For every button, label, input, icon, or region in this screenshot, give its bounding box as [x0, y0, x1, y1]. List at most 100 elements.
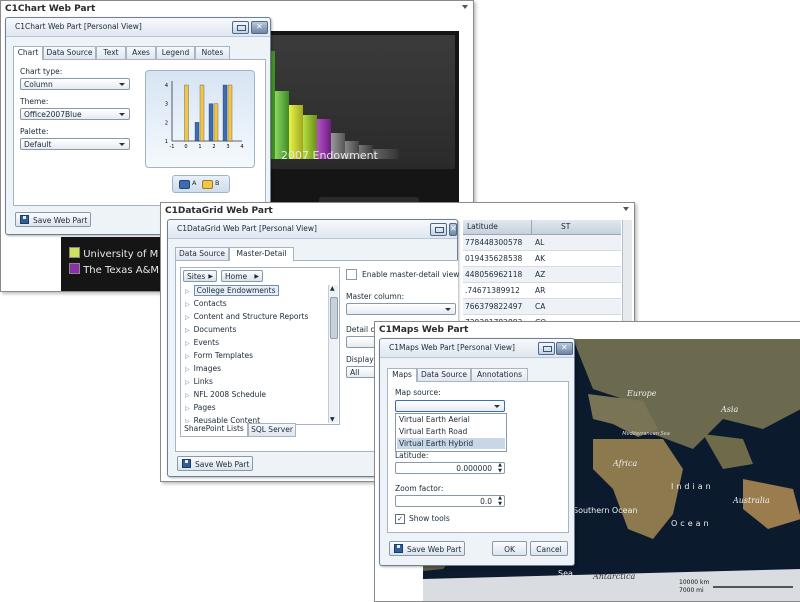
list-item[interactable]: ▷ Pages — [185, 402, 323, 414]
expand-arrow-icon[interactable]: ▷ — [185, 340, 190, 347]
list-vertical-scrollbar[interactable]: ▲ ▼ — [328, 285, 338, 423]
list-item[interactable]: ▷ NFL 2008 Schedule — [185, 389, 323, 401]
show-tools-checkbox[interactable]: ✓ — [395, 514, 405, 524]
list-item[interactable]: ▷ Content and Structure Reports — [185, 311, 323, 323]
tab-text[interactable]: Text — [96, 46, 126, 59]
map-source-select[interactable] — [395, 400, 505, 412]
close-button[interactable]: ✕ — [556, 342, 573, 355]
tab-data-source[interactable]: Data Source — [175, 247, 229, 260]
map-label-europe: Europe — [627, 389, 657, 398]
list-item[interactable]: ▷ College Endowments — [185, 285, 323, 297]
close-button[interactable]: ✕ — [449, 223, 457, 236]
tab-data-source[interactable]: Data Source — [417, 368, 471, 381]
tab-annotations[interactable]: Annotations — [471, 368, 528, 381]
save-icon — [20, 215, 29, 224]
scroll-down-icon[interactable]: ▼ — [330, 416, 335, 423]
table-row[interactable]: 448056962118 AZ — [463, 267, 621, 283]
expand-arrow-icon[interactable]: ▷ — [185, 379, 190, 386]
list-item[interactable]: ▷ Events — [185, 337, 323, 349]
spinner-icon[interactable]: ▲ ▼ — [498, 496, 502, 506]
grid-cell-st: CA — [535, 302, 546, 311]
palette-select[interactable]: Default — [20, 138, 130, 150]
list-item[interactable]: ▷ Links — [185, 376, 323, 388]
table-row[interactable]: .74671389912 AR — [463, 283, 621, 299]
list-item[interactable]: ▷ Contacts — [185, 298, 323, 310]
c1chart-dialog-title: C1Chart Web Part [Personal View] — [6, 18, 270, 37]
c1chart-webpart-title: C1Chart Web Part — [5, 4, 96, 14]
display-value: All — [350, 368, 360, 377]
tab-sql-server[interactable]: SQL Server — [248, 423, 296, 437]
breadcrumb-sites[interactable]: Sites ▶ — [183, 270, 217, 282]
tab-maps[interactable]: Maps — [387, 368, 417, 382]
scale-mi: 7000 mi — [679, 587, 704, 594]
theme-select[interactable]: Office2007Blue — [20, 108, 130, 120]
tab-data-source[interactable]: Data Source — [43, 46, 96, 59]
legend-label: University of M — [83, 249, 159, 260]
save-webpart-button[interactable]: Save Web Part — [177, 456, 253, 471]
save-webpart-button[interactable]: Save Web Part — [15, 212, 91, 227]
breadcrumb-home[interactable]: Home ▶ — [221, 270, 263, 282]
restore-button[interactable] — [538, 342, 555, 355]
chevron-down-icon — [445, 308, 451, 311]
grid-cell-latitude: 766379822497 — [465, 302, 523, 311]
webpart-menu-chevron-icon[interactable] — [623, 207, 629, 211]
scroll-up-icon[interactable]: ▲ — [330, 285, 335, 292]
master-column-select[interactable] — [346, 303, 456, 315]
list-item[interactable]: ▷ Documents — [185, 324, 323, 336]
chart-type-select[interactable]: Column — [20, 78, 130, 90]
x-tick-label: 3 — [226, 144, 229, 150]
table-row[interactable]: 019435628538 AK — [463, 251, 621, 267]
table-row[interactable]: 766379822497 CA — [463, 299, 621, 315]
expand-arrow-icon[interactable]: ▷ — [185, 392, 190, 399]
spinner-icon[interactable]: ▲ ▼ — [498, 463, 502, 473]
map-source-option[interactable]: Virtual Earth Aerial — [399, 415, 470, 424]
list-item-label: College Endowments — [193, 285, 279, 296]
webpart-menu-chevron-icon[interactable] — [462, 5, 468, 9]
chart-preview-frame: 1 2 3 4 -1 0 1 2 3 4 — [145, 70, 255, 168]
map-source-option-label: Virtual Earth Hybrid — [399, 439, 474, 448]
expand-arrow-icon[interactable]: ▷ — [185, 327, 190, 334]
scroll-thumb[interactable] — [330, 297, 338, 339]
tab-legend[interactable]: Legend — [156, 46, 195, 59]
list-item[interactable]: ▷ Form Templates — [185, 350, 323, 362]
table-row[interactable]: 778448300578 AL — [463, 235, 621, 251]
restore-button[interactable] — [430, 223, 447, 236]
grid-vertical-scrollbar[interactable] — [622, 220, 632, 330]
background-legend: University of M The Texas A&M — [61, 237, 169, 291]
enable-master-detail-checkbox[interactable] — [346, 269, 357, 280]
latitude-input[interactable]: 0.000000 ▲ ▼ — [395, 462, 505, 474]
chevron-down-icon — [494, 405, 500, 408]
tab-notes[interactable]: Notes — [195, 46, 230, 59]
restore-button[interactable] — [232, 21, 249, 34]
tab-master-detail[interactable]: Master-Detail — [229, 247, 294, 261]
map-source-option-selected[interactable]: Virtual Earth Hybrid — [397, 438, 505, 449]
grid-cell-latitude: 019435628538 — [465, 254, 523, 263]
expand-arrow-icon[interactable]: ▷ — [185, 353, 190, 360]
close-button[interactable]: ✕ — [251, 21, 268, 34]
tab-axes[interactable]: Axes — [126, 46, 156, 59]
expand-arrow-icon[interactable]: ▷ — [185, 314, 190, 321]
legend-swatch — [69, 263, 80, 274]
tab-sharepoint-lists[interactable]: SharePoint Lists — [180, 423, 248, 437]
list-item-label: Images — [193, 364, 222, 373]
map-scale: 10000 km 7000 mi — [679, 579, 797, 597]
expand-arrow-icon[interactable]: ▷ — [185, 301, 190, 308]
save-webpart-button[interactable]: Save Web Part — [389, 541, 465, 556]
tab-chart[interactable]: Chart — [13, 46, 43, 60]
list-item[interactable]: ▷ Reusable Content — [185, 415, 323, 423]
zoom-factor-input[interactable]: 0.0 ▲ ▼ — [395, 495, 505, 507]
map-label-indian: Indian — [671, 482, 714, 491]
cancel-button[interactable]: Cancel — [530, 541, 568, 556]
list-item[interactable]: ▷ Images — [185, 363, 323, 375]
expand-arrow-icon[interactable]: ▷ — [185, 405, 190, 412]
show-tools-label: Show tools — [409, 514, 450, 523]
ok-button[interactable]: OK — [492, 541, 527, 556]
expand-arrow-icon[interactable]: ▷ — [185, 366, 190, 373]
save-label: Save Web Part — [33, 216, 88, 225]
grid-cell-st: AR — [535, 286, 546, 295]
grid-cell-st: AZ — [535, 270, 546, 279]
map-source-option[interactable]: Virtual Earth Road — [399, 427, 467, 436]
legend-swatch-a — [179, 180, 190, 189]
preview-bar — [227, 84, 233, 142]
expand-arrow-icon[interactable]: ▷ — [185, 288, 190, 295]
